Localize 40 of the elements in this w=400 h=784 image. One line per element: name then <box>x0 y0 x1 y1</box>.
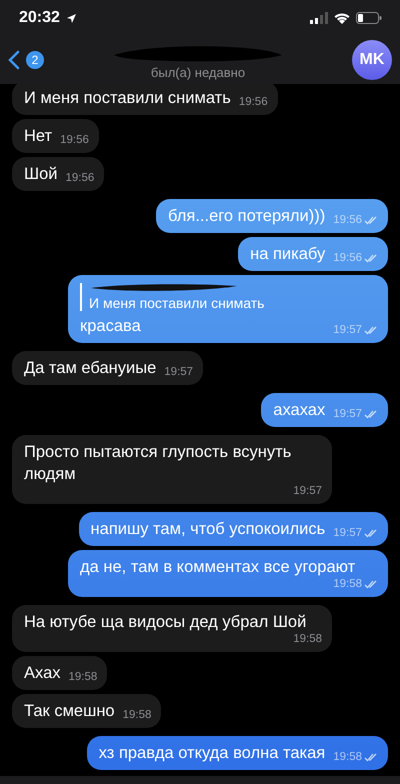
message-time: 19:56 <box>333 214 362 226</box>
message-text: на пикабу <box>250 244 326 265</box>
signal-icon <box>310 12 328 24</box>
message-text: Да там ебануиые <box>24 358 156 379</box>
message-time: 19:56 <box>60 134 89 146</box>
message-time: 19:57 <box>333 324 362 336</box>
message-time: 19:57 <box>164 366 194 378</box>
message-text: Просто пытаются глупость всунуть людям <box>24 442 292 485</box>
message-text: напишу там, чтоб успокоились <box>90 519 326 540</box>
message-time: 19:56 <box>66 172 94 184</box>
message-text: хз правда откуда волна такая <box>98 743 326 764</box>
message-time: 19:57 <box>333 527 362 539</box>
message-text: И меня поставили снимать <box>24 88 231 109</box>
message-text: Нет <box>24 126 52 147</box>
back-icon[interactable] <box>8 50 20 70</box>
message-text: да не, там в комментах все угорают <box>80 557 356 578</box>
message-text: ахахах <box>273 400 326 421</box>
reply-quote: И меня поставили снимать <box>89 295 266 311</box>
message-text: красава <box>80 316 141 337</box>
message-time: 19:56 <box>238 96 268 108</box>
message-text: Шой <box>24 164 58 185</box>
contact-avatar[interactable]: MK <box>352 40 392 80</box>
message-text: Так смешно <box>24 701 115 722</box>
message-time: 19:56 <box>333 252 362 264</box>
location-arrow-icon <box>66 12 77 24</box>
message-time: 19:58 <box>68 671 98 683</box>
message-time: 19:57 <box>333 408 362 420</box>
message-text: Ахах <box>24 663 60 684</box>
message-time: 19:57 <box>293 485 322 497</box>
battery-icon <box>356 12 382 24</box>
message-time: 19:58 <box>122 709 152 721</box>
message-time: 19:58 <box>293 633 322 645</box>
message-time: 19:58 <box>333 751 362 763</box>
message-time: 19:58 <box>333 578 362 590</box>
unread-badge: 2 <box>26 51 44 69</box>
last-seen-status: был(а) недавно <box>150 64 246 80</box>
message-text: На ютубе ща видосы дед убрал Шой <box>24 612 306 633</box>
clock-time: 20:32 <box>19 9 60 27</box>
wifi-icon <box>334 12 350 24</box>
message-text: бля...его потеряли))) <box>168 206 326 227</box>
